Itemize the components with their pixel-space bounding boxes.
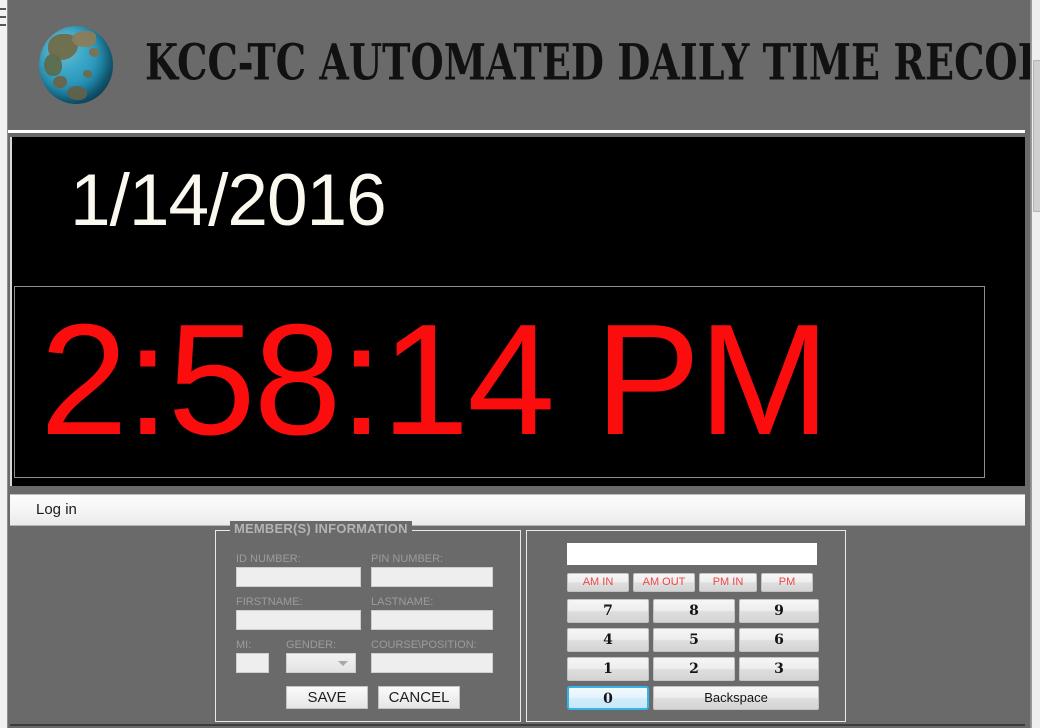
firstname-input[interactable] — [236, 610, 361, 630]
pin-number-label: PIN NUMBER: — [371, 553, 444, 565]
page-title: KCC-TC AUTOMATED DAILY TIME RECORD — [145, 33, 1031, 92]
key-7[interactable]: 7 — [567, 599, 649, 623]
globe-icon — [39, 26, 113, 104]
application-window: KCC-TC AUTOMATED DAILY TIME RECORD 1/14/… — [7, 0, 1031, 728]
pm-in-button[interactable]: PM IN — [699, 573, 757, 592]
date-display: 1/14/2016 — [70, 160, 387, 241]
lastname-input[interactable] — [371, 610, 493, 630]
lastname-label: LASTNAME: — [371, 596, 434, 608]
key-1[interactable]: 1 — [567, 657, 649, 681]
gender-select-value — [287, 663, 291, 665]
pin-number-input[interactable] — [371, 567, 493, 587]
scrollbar-thumb[interactable] — [1033, 60, 1040, 212]
mi-input[interactable] — [236, 653, 269, 673]
globe-landmass — [67, 86, 87, 100]
background-window-scrollbar[interactable] — [1031, 0, 1040, 728]
time-panel: 2:58:14 PM — [14, 286, 985, 478]
gender-label: GENDER: — [286, 639, 337, 651]
key-6[interactable]: 6 — [739, 628, 819, 652]
globe-landmass — [53, 76, 67, 88]
keypad-panel: AM IN AM OUT PM IN PM 7 8 9 4 5 6 1 2 3 … — [526, 530, 846, 722]
key-0[interactable]: 0 — [567, 686, 649, 710]
key-2[interactable]: 2 — [653, 657, 735, 681]
menu-bar: Log in — [10, 494, 1025, 526]
id-number-input[interactable] — [236, 567, 361, 587]
bottom-form-area: MEMBER(S) INFORMATION ID NUMBER: PIN NUM… — [10, 521, 1025, 726]
key-4[interactable]: 4 — [567, 628, 649, 652]
menu-item-login[interactable]: Log in — [31, 499, 82, 520]
globe-landmass — [83, 70, 92, 78]
globe-landmass — [72, 31, 96, 47]
key-3[interactable]: 3 — [739, 657, 819, 681]
am-out-button[interactable]: AM OUT — [633, 573, 695, 592]
save-button[interactable]: SAVE — [286, 686, 368, 709]
globe-landmass — [44, 54, 62, 76]
am-in-button[interactable]: AM IN — [567, 573, 629, 592]
backspace-button[interactable]: Backspace — [653, 686, 819, 710]
mi-label: MI: — [236, 639, 252, 651]
key-5[interactable]: 5 — [653, 628, 735, 652]
gender-select[interactable] — [286, 653, 356, 673]
course-position-label: COURSE\POSITION: — [371, 639, 477, 651]
pm-out-button[interactable]: PM — [761, 573, 813, 592]
id-number-label: ID NUMBER: — [236, 553, 301, 565]
member-information-group: MEMBER(S) INFORMATION ID NUMBER: PIN NUM… — [215, 521, 521, 722]
chevron-down-icon — [338, 661, 348, 666]
key-9[interactable]: 9 — [739, 599, 819, 623]
course-position-input[interactable] — [371, 653, 493, 673]
key-8[interactable]: 8 — [653, 599, 735, 623]
time-display: 2:58:14 PM — [40, 292, 830, 468]
background-window-tick — [0, 8, 6, 10]
background-window-tick — [0, 16, 6, 18]
firstname-label: FIRSTNAME: — [236, 596, 303, 608]
keypad-display-input[interactable] — [567, 543, 817, 565]
globe-landmass — [89, 48, 99, 57]
cancel-button[interactable]: CANCEL — [378, 686, 460, 709]
app-header: KCC-TC AUTOMATED DAILY TIME RECORD — [8, 2, 1030, 133]
background-window-tick — [0, 24, 6, 26]
clock-display-area: 1/14/2016 2:58:14 PM — [10, 137, 1025, 486]
member-information-legend: MEMBER(S) INFORMATION — [230, 521, 412, 536]
